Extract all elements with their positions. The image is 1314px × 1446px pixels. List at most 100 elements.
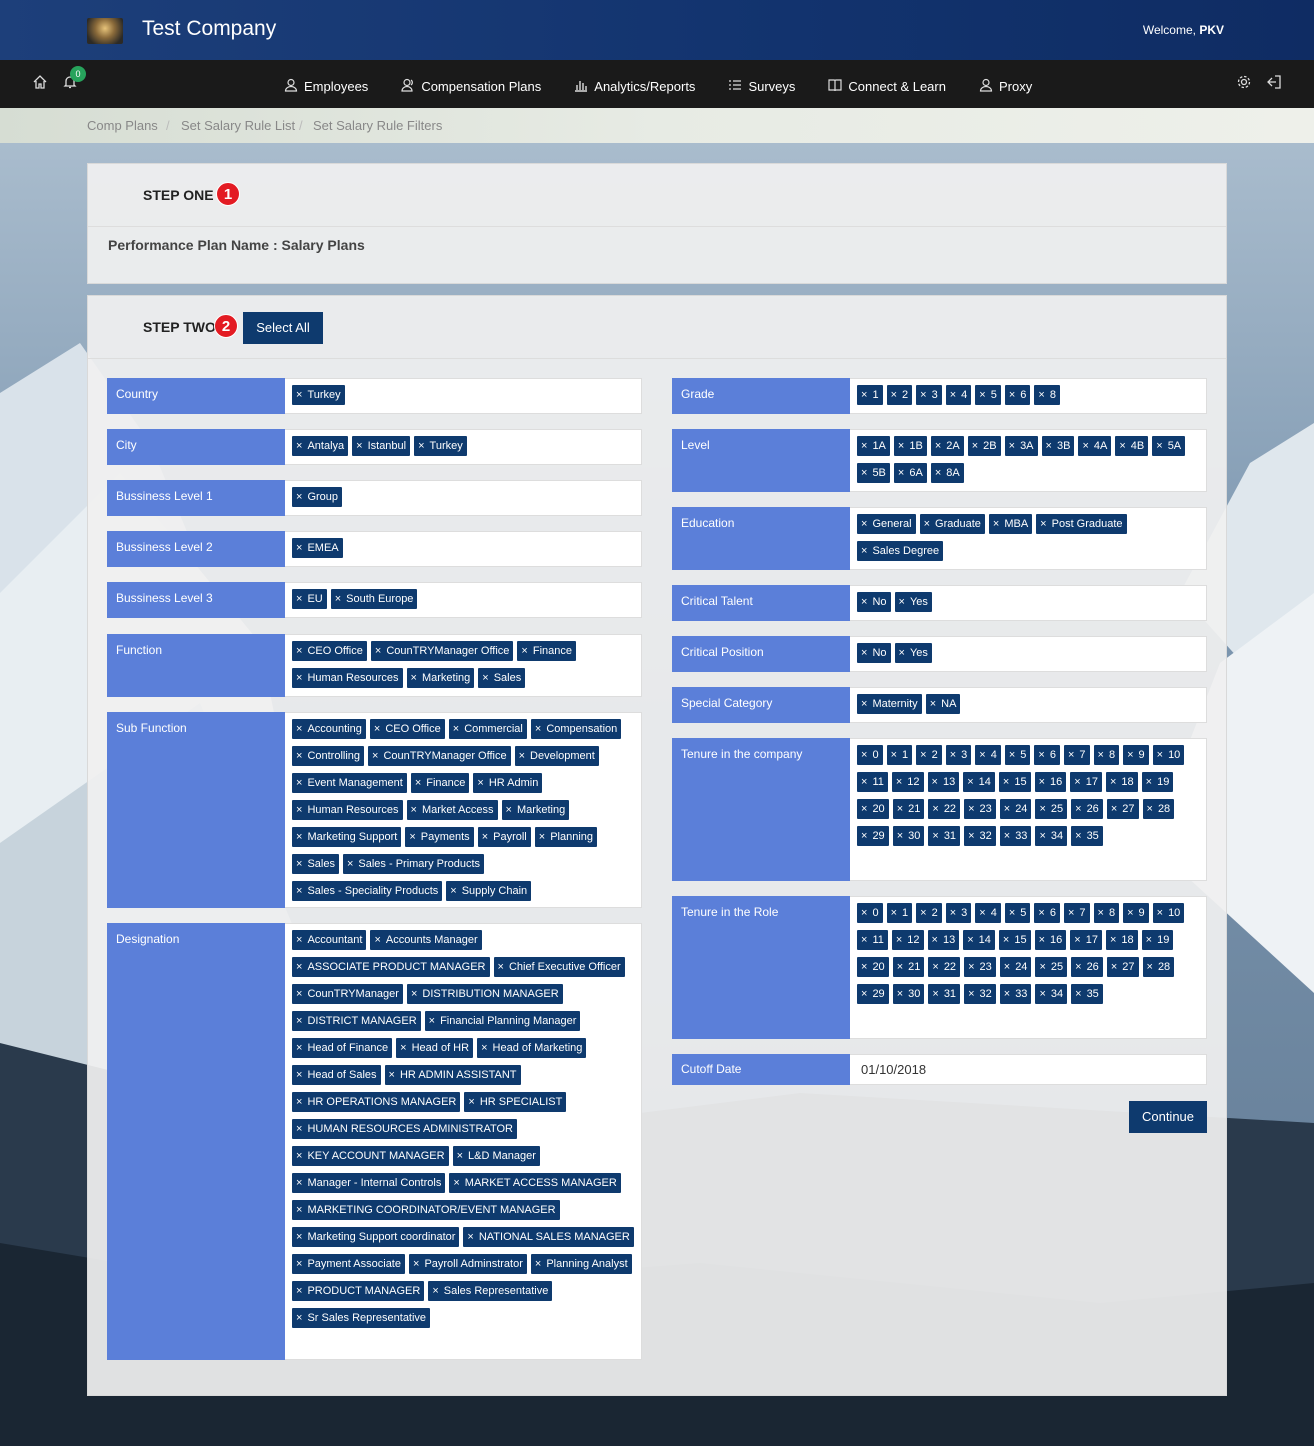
- remove-tag-icon[interactable]: ×: [1068, 907, 1074, 919]
- remove-tag-icon[interactable]: ×: [920, 749, 926, 761]
- remove-tag-icon[interactable]: ×: [967, 934, 973, 946]
- remove-tag-icon[interactable]: ×: [1119, 440, 1125, 452]
- remove-tag-icon[interactable]: ×: [968, 803, 974, 815]
- remove-tag-icon[interactable]: ×: [535, 723, 541, 735]
- remove-tag-icon[interactable]: ×: [374, 934, 380, 946]
- remove-tag-icon[interactable]: ×: [413, 1258, 419, 1270]
- remove-tag-icon[interactable]: ×: [1146, 776, 1152, 788]
- remove-tag-icon[interactable]: ×: [296, 961, 302, 973]
- remove-tag-icon[interactable]: ×: [1038, 389, 1044, 401]
- remove-tag-icon[interactable]: ×: [296, 804, 302, 816]
- remove-tag-icon[interactable]: ×: [972, 440, 978, 452]
- remove-tag-icon[interactable]: ×: [296, 1150, 302, 1162]
- remove-tag-icon[interactable]: ×: [950, 907, 956, 919]
- remove-tag-icon[interactable]: ×: [296, 1258, 302, 1270]
- remove-tag-icon[interactable]: ×: [861, 545, 867, 557]
- remove-tag-icon[interactable]: ×: [1075, 803, 1081, 815]
- remove-tag-icon[interactable]: ×: [411, 672, 417, 684]
- filter-tag-field[interactable]: × Group: [285, 480, 642, 516]
- remove-tag-icon[interactable]: ×: [453, 1177, 459, 1189]
- remove-tag-icon[interactable]: ×: [1038, 907, 1044, 919]
- remove-tag-icon[interactable]: ×: [296, 831, 302, 843]
- remove-tag-icon[interactable]: ×: [296, 1123, 302, 1135]
- remove-tag-icon[interactable]: ×: [897, 830, 903, 842]
- remove-tag-icon[interactable]: ×: [1003, 776, 1009, 788]
- remove-tag-icon[interactable]: ×: [861, 934, 867, 946]
- remove-tag-icon[interactable]: ×: [1075, 988, 1081, 1000]
- remove-tag-icon[interactable]: ×: [519, 750, 525, 762]
- remove-tag-icon[interactable]: ×: [1009, 440, 1015, 452]
- company-logo[interactable]: [87, 18, 123, 44]
- remove-tag-icon[interactable]: ×: [1098, 907, 1104, 919]
- remove-tag-icon[interactable]: ×: [968, 988, 974, 1000]
- filter-tag-field[interactable]: × 1 × 2 × 3 × 4 × 5 × 6 × 8: [850, 378, 1207, 414]
- remove-tag-icon[interactable]: ×: [450, 885, 456, 897]
- remove-tag-icon[interactable]: ×: [411, 804, 417, 816]
- filter-tag-field[interactable]: × Antalya × Istanbul × Turkey: [285, 429, 642, 465]
- remove-tag-icon[interactable]: ×: [979, 749, 985, 761]
- remove-tag-icon[interactable]: ×: [897, 803, 903, 815]
- remove-tag-icon[interactable]: ×: [950, 749, 956, 761]
- remove-tag-icon[interactable]: ×: [891, 389, 897, 401]
- remove-tag-icon[interactable]: ×: [296, 1204, 302, 1216]
- filter-tag-field[interactable]: × 0 × 1 × 2 × 3 × 4 × 5 × 6 × 7 × 8 × 9 × 10 × 11 × 12 × 13 × 14 × 15 × 1…: [850, 738, 1207, 881]
- remove-tag-icon[interactable]: ×: [1039, 934, 1045, 946]
- remove-tag-icon[interactable]: ×: [861, 776, 867, 788]
- remove-tag-icon[interactable]: ×: [1004, 988, 1010, 1000]
- filter-tag-field[interactable]: × Maternity × NA: [850, 687, 1207, 723]
- remove-tag-icon[interactable]: ×: [296, 1177, 302, 1189]
- remove-tag-icon[interactable]: ×: [296, 858, 302, 870]
- remove-tag-icon[interactable]: ×: [498, 961, 504, 973]
- remove-tag-icon[interactable]: ×: [296, 1285, 302, 1297]
- remove-tag-icon[interactable]: ×: [1040, 518, 1046, 530]
- remove-tag-icon[interactable]: ×: [296, 1069, 302, 1081]
- remove-tag-icon[interactable]: ×: [1098, 749, 1104, 761]
- remove-tag-icon[interactable]: ×: [891, 907, 897, 919]
- filter-tag-field[interactable]: × No × Yes: [850, 585, 1207, 621]
- nav-analytics-reports[interactable]: Analytics/Reports: [574, 74, 695, 95]
- continue-button[interactable]: Continue: [1129, 1101, 1207, 1133]
- remove-tag-icon[interactable]: ×: [935, 467, 941, 479]
- remove-tag-icon[interactable]: ×: [861, 647, 867, 659]
- filter-tag-field[interactable]: × Accountant × Accounts Manager × ASSOCIATE P…: [285, 923, 642, 1360]
- remove-tag-icon[interactable]: ×: [891, 749, 897, 761]
- remove-tag-icon[interactable]: ×: [1075, 830, 1081, 842]
- remove-tag-icon[interactable]: ×: [920, 389, 926, 401]
- nav-proxy[interactable]: Proxy: [979, 74, 1032, 95]
- remove-tag-icon[interactable]: ×: [418, 440, 424, 452]
- remove-tag-icon[interactable]: ×: [897, 988, 903, 1000]
- remove-tag-icon[interactable]: ×: [481, 1042, 487, 1054]
- remove-tag-icon[interactable]: ×: [457, 1150, 463, 1162]
- remove-tag-icon[interactable]: ×: [898, 440, 904, 452]
- nav-surveys[interactable]: Surveys: [728, 74, 795, 95]
- welcome-user[interactable]: PKV: [1199, 23, 1224, 37]
- remove-tag-icon[interactable]: ×: [296, 723, 302, 735]
- remove-tag-icon[interactable]: ×: [968, 961, 974, 973]
- remove-tag-icon[interactable]: ×: [296, 988, 302, 1000]
- remove-tag-icon[interactable]: ×: [967, 776, 973, 788]
- remove-tag-icon[interactable]: ×: [1147, 961, 1153, 973]
- remove-tag-icon[interactable]: ×: [861, 698, 867, 710]
- remove-tag-icon[interactable]: ×: [935, 440, 941, 452]
- remove-tag-icon[interactable]: ×: [1003, 934, 1009, 946]
- remove-tag-icon[interactable]: ×: [347, 858, 353, 870]
- remove-tag-icon[interactable]: ×: [932, 961, 938, 973]
- remove-tag-icon[interactable]: ×: [920, 907, 926, 919]
- remove-tag-icon[interactable]: ×: [1082, 440, 1088, 452]
- remove-tag-icon[interactable]: ×: [296, 542, 302, 554]
- remove-tag-icon[interactable]: ×: [950, 389, 956, 401]
- remove-tag-icon[interactable]: ×: [899, 596, 905, 608]
- remove-tag-icon[interactable]: ×: [296, 750, 302, 762]
- filter-tag-field[interactable]: × 0 × 1 × 2 × 3 × 4 × 5 × 6 × 7 × 8 × 9 × 10 × 11 × 12 × 13 × 14 × 15 × 1…: [850, 896, 1207, 1039]
- remove-tag-icon[interactable]: ×: [896, 934, 902, 946]
- remove-tag-icon[interactable]: ×: [1039, 803, 1045, 815]
- remove-tag-icon[interactable]: ×: [968, 830, 974, 842]
- remove-tag-icon[interactable]: ×: [1111, 803, 1117, 815]
- remove-tag-icon[interactable]: ×: [861, 596, 867, 608]
- remove-tag-icon[interactable]: ×: [932, 830, 938, 842]
- remove-tag-icon[interactable]: ×: [1157, 907, 1163, 919]
- remove-tag-icon[interactable]: ×: [1111, 961, 1117, 973]
- filter-tag-field[interactable]: × 1A × 1B × 2A × 2B × 3A × 3B × 4A × 4B × 5A × 5B × 6A × 8A: [850, 429, 1207, 492]
- remove-tag-icon[interactable]: ×: [467, 1231, 473, 1243]
- remove-tag-icon[interactable]: ×: [932, 776, 938, 788]
